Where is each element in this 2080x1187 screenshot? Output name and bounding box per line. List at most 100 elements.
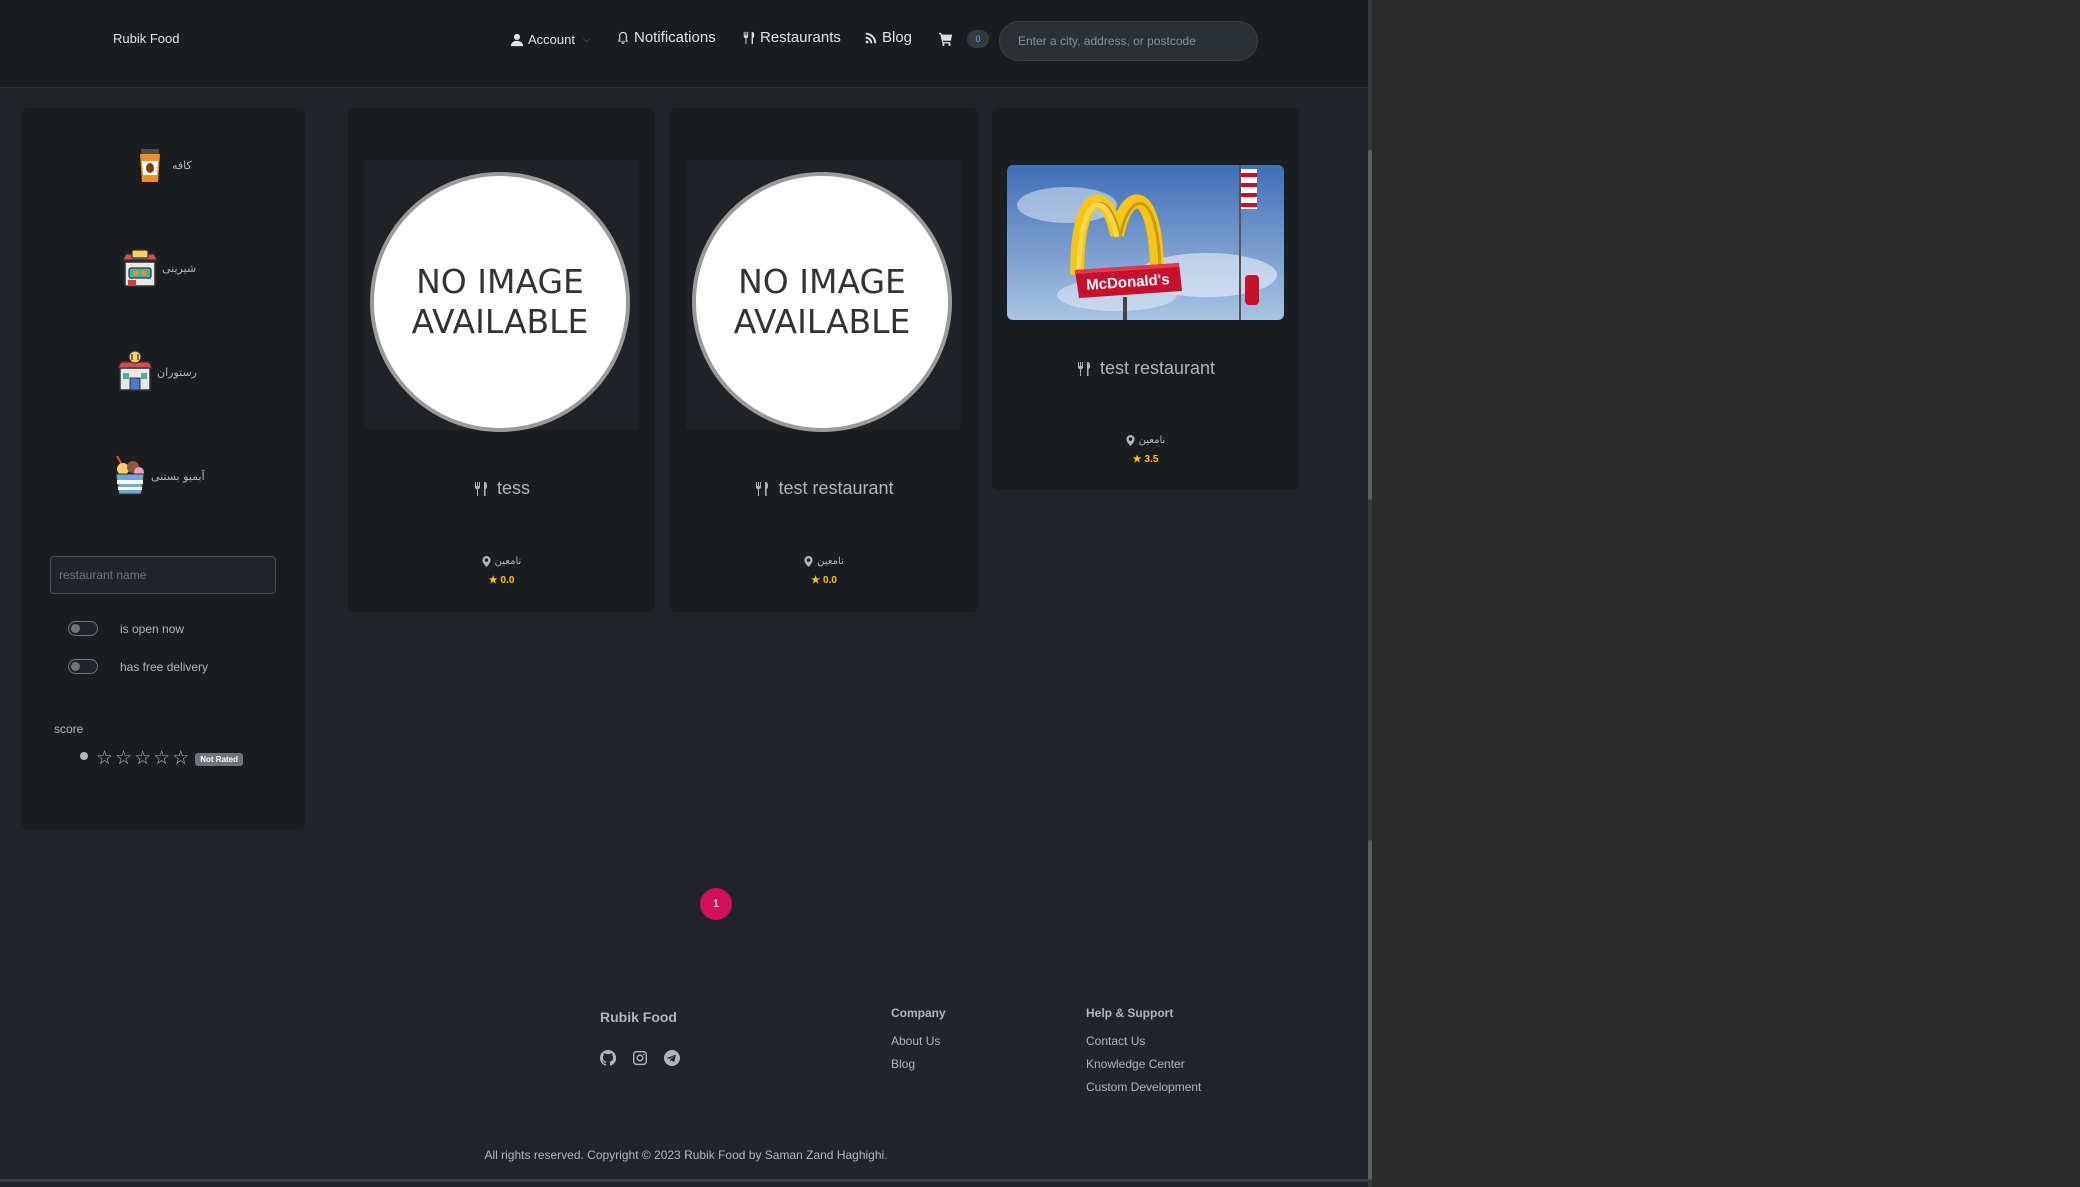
is-open-toggle[interactable] xyxy=(68,621,98,636)
restaurant-title[interactable]: test restaurant xyxy=(992,358,1299,379)
user-icon xyxy=(510,33,524,46)
restaurant-card[interactable]: NO IMAGE AVAILABLE tess نامعین ★ 0.0 xyxy=(348,108,655,612)
category-label: رستوران xyxy=(157,365,197,379)
cart-count-badge: 0 xyxy=(967,30,989,48)
location-text: نامعین xyxy=(817,556,844,567)
restaurants-label: Restaurants xyxy=(760,29,841,46)
notifications-label: Notifications xyxy=(634,29,716,46)
star-outline-icon[interactable]: ☆ xyxy=(172,749,189,768)
restaurants-link[interactable]: Restaurants xyxy=(742,29,841,46)
restaurant-title[interactable]: tess xyxy=(348,478,655,499)
star-outline-icon[interactable]: ☆ xyxy=(96,749,113,768)
star-outline-icon[interactable]: ☆ xyxy=(153,749,170,768)
score-rating-input: ☆ ☆ ☆ ☆ ☆ Not Rated xyxy=(80,749,244,768)
restaurant-name: tess xyxy=(496,478,530,498)
no-image-text: NO IMAGE xyxy=(738,262,906,301)
not-rated-badge: Not Rated xyxy=(195,752,244,766)
bell-icon xyxy=(617,31,629,44)
rating-value: 0.0 xyxy=(500,575,515,586)
copyright-text: All rights reserved. Copyright © 2023 Ru… xyxy=(484,1148,888,1162)
restaurant-location: نامعین xyxy=(670,556,978,567)
restaurant-building-icon xyxy=(115,350,155,394)
category-label: شیرینی xyxy=(162,261,197,275)
restaurant-location: نامعین xyxy=(992,435,1299,446)
account-label: Account xyxy=(528,32,575,47)
footer-help-column: Help & Support Contact Us Knowledge Cent… xyxy=(1086,1006,1201,1103)
is-open-filter: is open now xyxy=(68,621,184,636)
pastry-shop-icon xyxy=(120,246,160,290)
no-image-text: AVAILABLE xyxy=(411,302,589,341)
star-outline-icon[interactable]: ☆ xyxy=(134,749,151,768)
category-cafe[interactable]: کافه xyxy=(130,143,192,187)
navbar: Rubik Food Account ⌵ Notifications Resta… xyxy=(0,0,1368,88)
coffee-cup-icon xyxy=(130,143,170,187)
restaurant-card[interactable]: NO IMAGE AVAILABLE test restaurant نامعی… xyxy=(670,108,978,612)
category-label: آبمیو بستنی xyxy=(151,469,205,483)
brand-logo[interactable]: Rubik Food xyxy=(113,31,179,46)
location-text: نامعین xyxy=(494,556,522,567)
footer-link-contact[interactable]: Contact Us xyxy=(1086,1034,1201,1048)
restaurant-rating: ★ 0.0 xyxy=(348,575,655,586)
star-filled-icon: ★ xyxy=(1132,454,1142,465)
star-filled-icon: ★ xyxy=(488,575,498,586)
category-icecream[interactable]: آبمیو بستنی xyxy=(109,454,205,498)
map-pin-icon xyxy=(482,556,491,567)
github-icon[interactable] xyxy=(600,1050,616,1066)
free-delivery-filter: has free delivery xyxy=(68,659,208,674)
pagination-page-1[interactable]: 1 xyxy=(700,888,732,920)
rating-value: 0.0 xyxy=(823,575,837,586)
notifications-link[interactable]: Notifications xyxy=(616,29,716,46)
no-image-text: AVAILABLE xyxy=(733,302,911,341)
utensils-icon xyxy=(743,31,755,44)
map-pin-icon xyxy=(1126,435,1135,446)
map-pin-icon xyxy=(804,556,813,567)
no-image-placeholder: NO IMAGE AVAILABLE xyxy=(370,172,630,432)
filter-sidebar: کافه شیرینی رستوران آبمیو بستنی restaura… xyxy=(22,108,305,829)
location-text: نامعین xyxy=(1138,435,1166,446)
restaurant-photo: McDonald's xyxy=(1007,165,1284,320)
account-dropdown[interactable]: Account ⌵ xyxy=(510,32,590,47)
restaurant-name: test restaurant xyxy=(778,478,894,498)
app-window: Rubik Food Account ⌵ Notifications Resta… xyxy=(0,0,1372,1187)
restaurant-card[interactable]: McDonald's test restaurant نامعین ★ 3.5 xyxy=(992,108,1299,490)
is-open-label: is open now xyxy=(120,621,185,636)
score-label: score xyxy=(54,722,84,736)
restaurant-title[interactable]: test restaurant xyxy=(670,478,978,499)
empty-area xyxy=(1372,0,2080,1187)
blog-link[interactable]: Blog xyxy=(864,29,912,46)
cart-icon xyxy=(939,32,953,46)
flag-icon xyxy=(1241,169,1257,209)
no-image-placeholder: NO IMAGE AVAILABLE xyxy=(692,172,952,432)
restaurant-rating: ★ 3.5 xyxy=(992,454,1299,465)
star-filled-icon: ★ xyxy=(811,575,821,586)
restaurant-name-input[interactable]: restaurant name xyxy=(50,556,276,594)
restaurant-location: نامعین xyxy=(348,556,655,567)
footer-link-custom-dev[interactable]: Custom Development xyxy=(1086,1080,1201,1094)
blog-icon xyxy=(865,32,877,43)
category-restaurant[interactable]: رستوران xyxy=(115,350,197,394)
restaurant-name: test restaurant xyxy=(1099,358,1216,378)
footer-company-title: Company xyxy=(891,1006,946,1020)
clear-rating-icon[interactable] xyxy=(80,752,88,760)
cart-button[interactable]: 0 xyxy=(939,30,989,48)
telegram-icon[interactable] xyxy=(664,1050,680,1066)
utensils-icon xyxy=(474,481,487,496)
chevron-down-icon: ⌵ xyxy=(582,34,590,44)
footer-link-knowledge[interactable]: Knowledge Center xyxy=(1086,1057,1201,1071)
instagram-icon[interactable] xyxy=(632,1050,648,1066)
free-delivery-label: has free delivery xyxy=(120,659,209,674)
rating-value: 3.5 xyxy=(1144,454,1159,465)
star-outline-icon[interactable]: ☆ xyxy=(115,749,132,768)
free-delivery-toggle[interactable] xyxy=(68,659,98,674)
no-image-text: NO IMAGE xyxy=(416,262,584,301)
location-search-input[interactable]: Enter a city, address, or postcode xyxy=(999,21,1258,61)
category-pastry[interactable]: شیرینی xyxy=(120,246,196,290)
category-label: کافه xyxy=(172,158,192,172)
utensils-icon xyxy=(1077,361,1090,376)
footer-brand: Rubik Food xyxy=(600,1009,677,1025)
restaurant-rating: ★ 0.0 xyxy=(670,575,978,586)
footer-link-blog[interactable]: Blog xyxy=(891,1057,946,1071)
social-links xyxy=(600,1050,680,1066)
blog-label: Blog xyxy=(882,29,913,46)
footer-link-about[interactable]: About Us xyxy=(891,1034,946,1048)
